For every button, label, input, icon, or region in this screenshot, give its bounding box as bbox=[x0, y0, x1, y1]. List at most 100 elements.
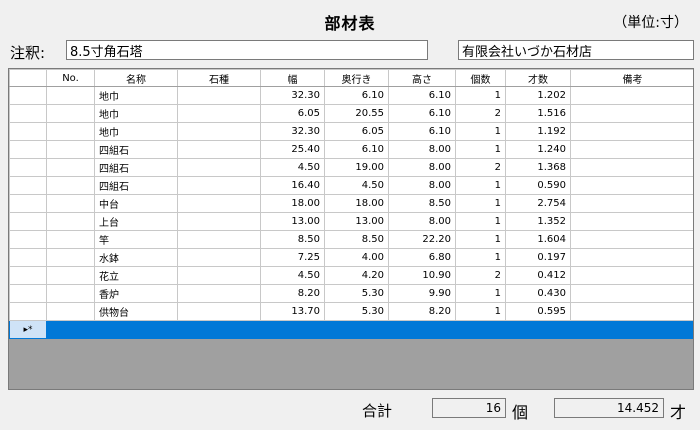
column-header[interactable]: 奥行き bbox=[324, 69, 389, 87]
cell-note[interactable] bbox=[570, 104, 693, 123]
table-row[interactable]: 香炉 8.20 5.30 9.90 1 0.430 bbox=[9, 284, 693, 303]
cell-sai[interactable]: 1.368 bbox=[505, 158, 571, 177]
cell-name[interactable]: 地巾 bbox=[94, 86, 178, 105]
cell-no[interactable] bbox=[46, 104, 95, 123]
cell-sai[interactable]: 0.197 bbox=[505, 248, 571, 267]
cell-depth[interactable]: 5.30 bbox=[324, 284, 389, 303]
cell-name[interactable]: 中台 bbox=[94, 194, 178, 213]
cell-no[interactable] bbox=[46, 158, 95, 177]
cell-stone[interactable] bbox=[177, 230, 261, 249]
cell-height[interactable]: 8.00 bbox=[388, 212, 456, 231]
row-header[interactable] bbox=[9, 230, 47, 249]
cell-note[interactable] bbox=[570, 140, 693, 159]
column-header[interactable]: 才数 bbox=[505, 69, 571, 87]
cell-depth[interactable]: 8.50 bbox=[324, 230, 389, 249]
cell-count[interactable]: 2 bbox=[455, 104, 506, 123]
cell-no[interactable] bbox=[46, 86, 95, 105]
cell-count[interactable]: 1 bbox=[455, 284, 506, 303]
cell-no[interactable] bbox=[46, 122, 95, 141]
cell-no[interactable] bbox=[46, 284, 95, 303]
cell-height[interactable]: 8.00 bbox=[388, 158, 456, 177]
cell-depth[interactable]: 5.30 bbox=[324, 302, 389, 321]
cell-height[interactable]: 8.00 bbox=[388, 176, 456, 195]
table-row[interactable]: 竿 8.50 8.50 22.20 1 1.604 bbox=[9, 230, 693, 249]
cell-height[interactable]: 9.90 bbox=[388, 284, 456, 303]
cell-sai[interactable]: 1.516 bbox=[505, 104, 571, 123]
cell-name[interactable]: 供物台 bbox=[94, 302, 178, 321]
cell-no[interactable] bbox=[46, 230, 95, 249]
row-header[interactable] bbox=[9, 176, 47, 195]
cell-depth[interactable]: 18.00 bbox=[324, 194, 389, 213]
cell-width[interactable]: 32.30 bbox=[260, 86, 325, 105]
cell-stone[interactable] bbox=[177, 122, 261, 141]
cell-note[interactable] bbox=[570, 248, 693, 267]
column-header[interactable]: 高さ bbox=[388, 69, 456, 87]
cell-name[interactable]: 竿 bbox=[94, 230, 178, 249]
cell-name[interactable]: 水鉢 bbox=[94, 248, 178, 267]
cell-height[interactable]: 10.90 bbox=[388, 266, 456, 285]
cell-name[interactable]: 花立 bbox=[94, 266, 178, 285]
cell-name[interactable]: 上台 bbox=[94, 212, 178, 231]
cell-depth[interactable]: 4.50 bbox=[324, 176, 389, 195]
cell-depth[interactable]: 6.10 bbox=[324, 86, 389, 105]
cell-name[interactable]: 地巾 bbox=[94, 104, 178, 123]
cell-stone[interactable] bbox=[177, 248, 261, 267]
cell-sai[interactable]: 0.430 bbox=[505, 284, 571, 303]
row-header[interactable] bbox=[9, 266, 47, 285]
cell-no[interactable] bbox=[46, 212, 95, 231]
cell-note[interactable] bbox=[570, 86, 693, 105]
table-row[interactable]: 中台 18.00 18.00 8.50 1 2.754 bbox=[9, 194, 693, 213]
table-row[interactable]: 地巾 32.30 6.05 6.10 1 1.192 bbox=[9, 122, 693, 141]
column-header[interactable]: 備考 bbox=[570, 69, 693, 87]
cell-count[interactable]: 1 bbox=[455, 176, 506, 195]
row-header[interactable] bbox=[9, 122, 47, 141]
cell-width[interactable]: 18.00 bbox=[260, 194, 325, 213]
cell-no[interactable] bbox=[46, 176, 95, 195]
cell-depth[interactable]: 6.05 bbox=[324, 122, 389, 141]
cell-count[interactable]: 1 bbox=[455, 140, 506, 159]
column-header[interactable]: No. bbox=[46, 69, 95, 87]
row-header[interactable] bbox=[9, 284, 47, 303]
cell-depth[interactable]: 6.10 bbox=[324, 140, 389, 159]
cell-width[interactable]: 8.20 bbox=[260, 284, 325, 303]
cell-count[interactable]: 1 bbox=[455, 122, 506, 141]
cell-note[interactable] bbox=[570, 158, 693, 177]
cell-note[interactable] bbox=[570, 266, 693, 285]
cell-height[interactable]: 6.80 bbox=[388, 248, 456, 267]
cell-name[interactable]: 地巾 bbox=[94, 122, 178, 141]
cell-width[interactable]: 13.00 bbox=[260, 212, 325, 231]
cell-sai[interactable]: 0.590 bbox=[505, 176, 571, 195]
cell-note[interactable] bbox=[570, 302, 693, 321]
new-row-cell[interactable] bbox=[177, 320, 261, 339]
table-row[interactable]: 四組石 25.40 6.10 8.00 1 1.240 bbox=[9, 140, 693, 159]
cell-stone[interactable] bbox=[177, 104, 261, 123]
table-row[interactable]: 花立 4.50 4.20 10.90 2 0.412 bbox=[9, 266, 693, 285]
cell-width[interactable]: 8.50 bbox=[260, 230, 325, 249]
table-row[interactable]: 地巾 6.05 20.55 6.10 2 1.516 bbox=[9, 104, 693, 123]
cell-count[interactable]: 2 bbox=[455, 266, 506, 285]
new-row-cell[interactable] bbox=[505, 320, 571, 339]
table-row[interactable]: 地巾 32.30 6.10 6.10 1 1.202 bbox=[9, 86, 693, 105]
cell-depth[interactable]: 13.00 bbox=[324, 212, 389, 231]
cell-width[interactable]: 4.50 bbox=[260, 266, 325, 285]
cell-sai[interactable]: 0.412 bbox=[505, 266, 571, 285]
new-row-cell[interactable] bbox=[570, 320, 693, 339]
table-row[interactable]: 四組石 4.50 19.00 8.00 2 1.368 bbox=[9, 158, 693, 177]
new-row-cell[interactable] bbox=[455, 320, 506, 339]
cell-no[interactable] bbox=[46, 302, 95, 321]
cell-sai[interactable]: 2.754 bbox=[505, 194, 571, 213]
cell-width[interactable]: 7.25 bbox=[260, 248, 325, 267]
row-header[interactable] bbox=[9, 248, 47, 267]
cell-count[interactable]: 2 bbox=[455, 158, 506, 177]
cell-depth[interactable]: 20.55 bbox=[324, 104, 389, 123]
cell-name[interactable]: 四組石 bbox=[94, 176, 178, 195]
cell-sai[interactable]: 1.192 bbox=[505, 122, 571, 141]
new-row-marker[interactable]: ▸* bbox=[9, 320, 47, 339]
row-header[interactable] bbox=[9, 212, 47, 231]
cell-count[interactable]: 1 bbox=[455, 194, 506, 213]
cell-height[interactable]: 8.20 bbox=[388, 302, 456, 321]
new-row-cell[interactable] bbox=[46, 320, 95, 339]
cell-stone[interactable] bbox=[177, 284, 261, 303]
cell-count[interactable]: 1 bbox=[455, 302, 506, 321]
new-row[interactable]: ▸* bbox=[9, 320, 693, 339]
